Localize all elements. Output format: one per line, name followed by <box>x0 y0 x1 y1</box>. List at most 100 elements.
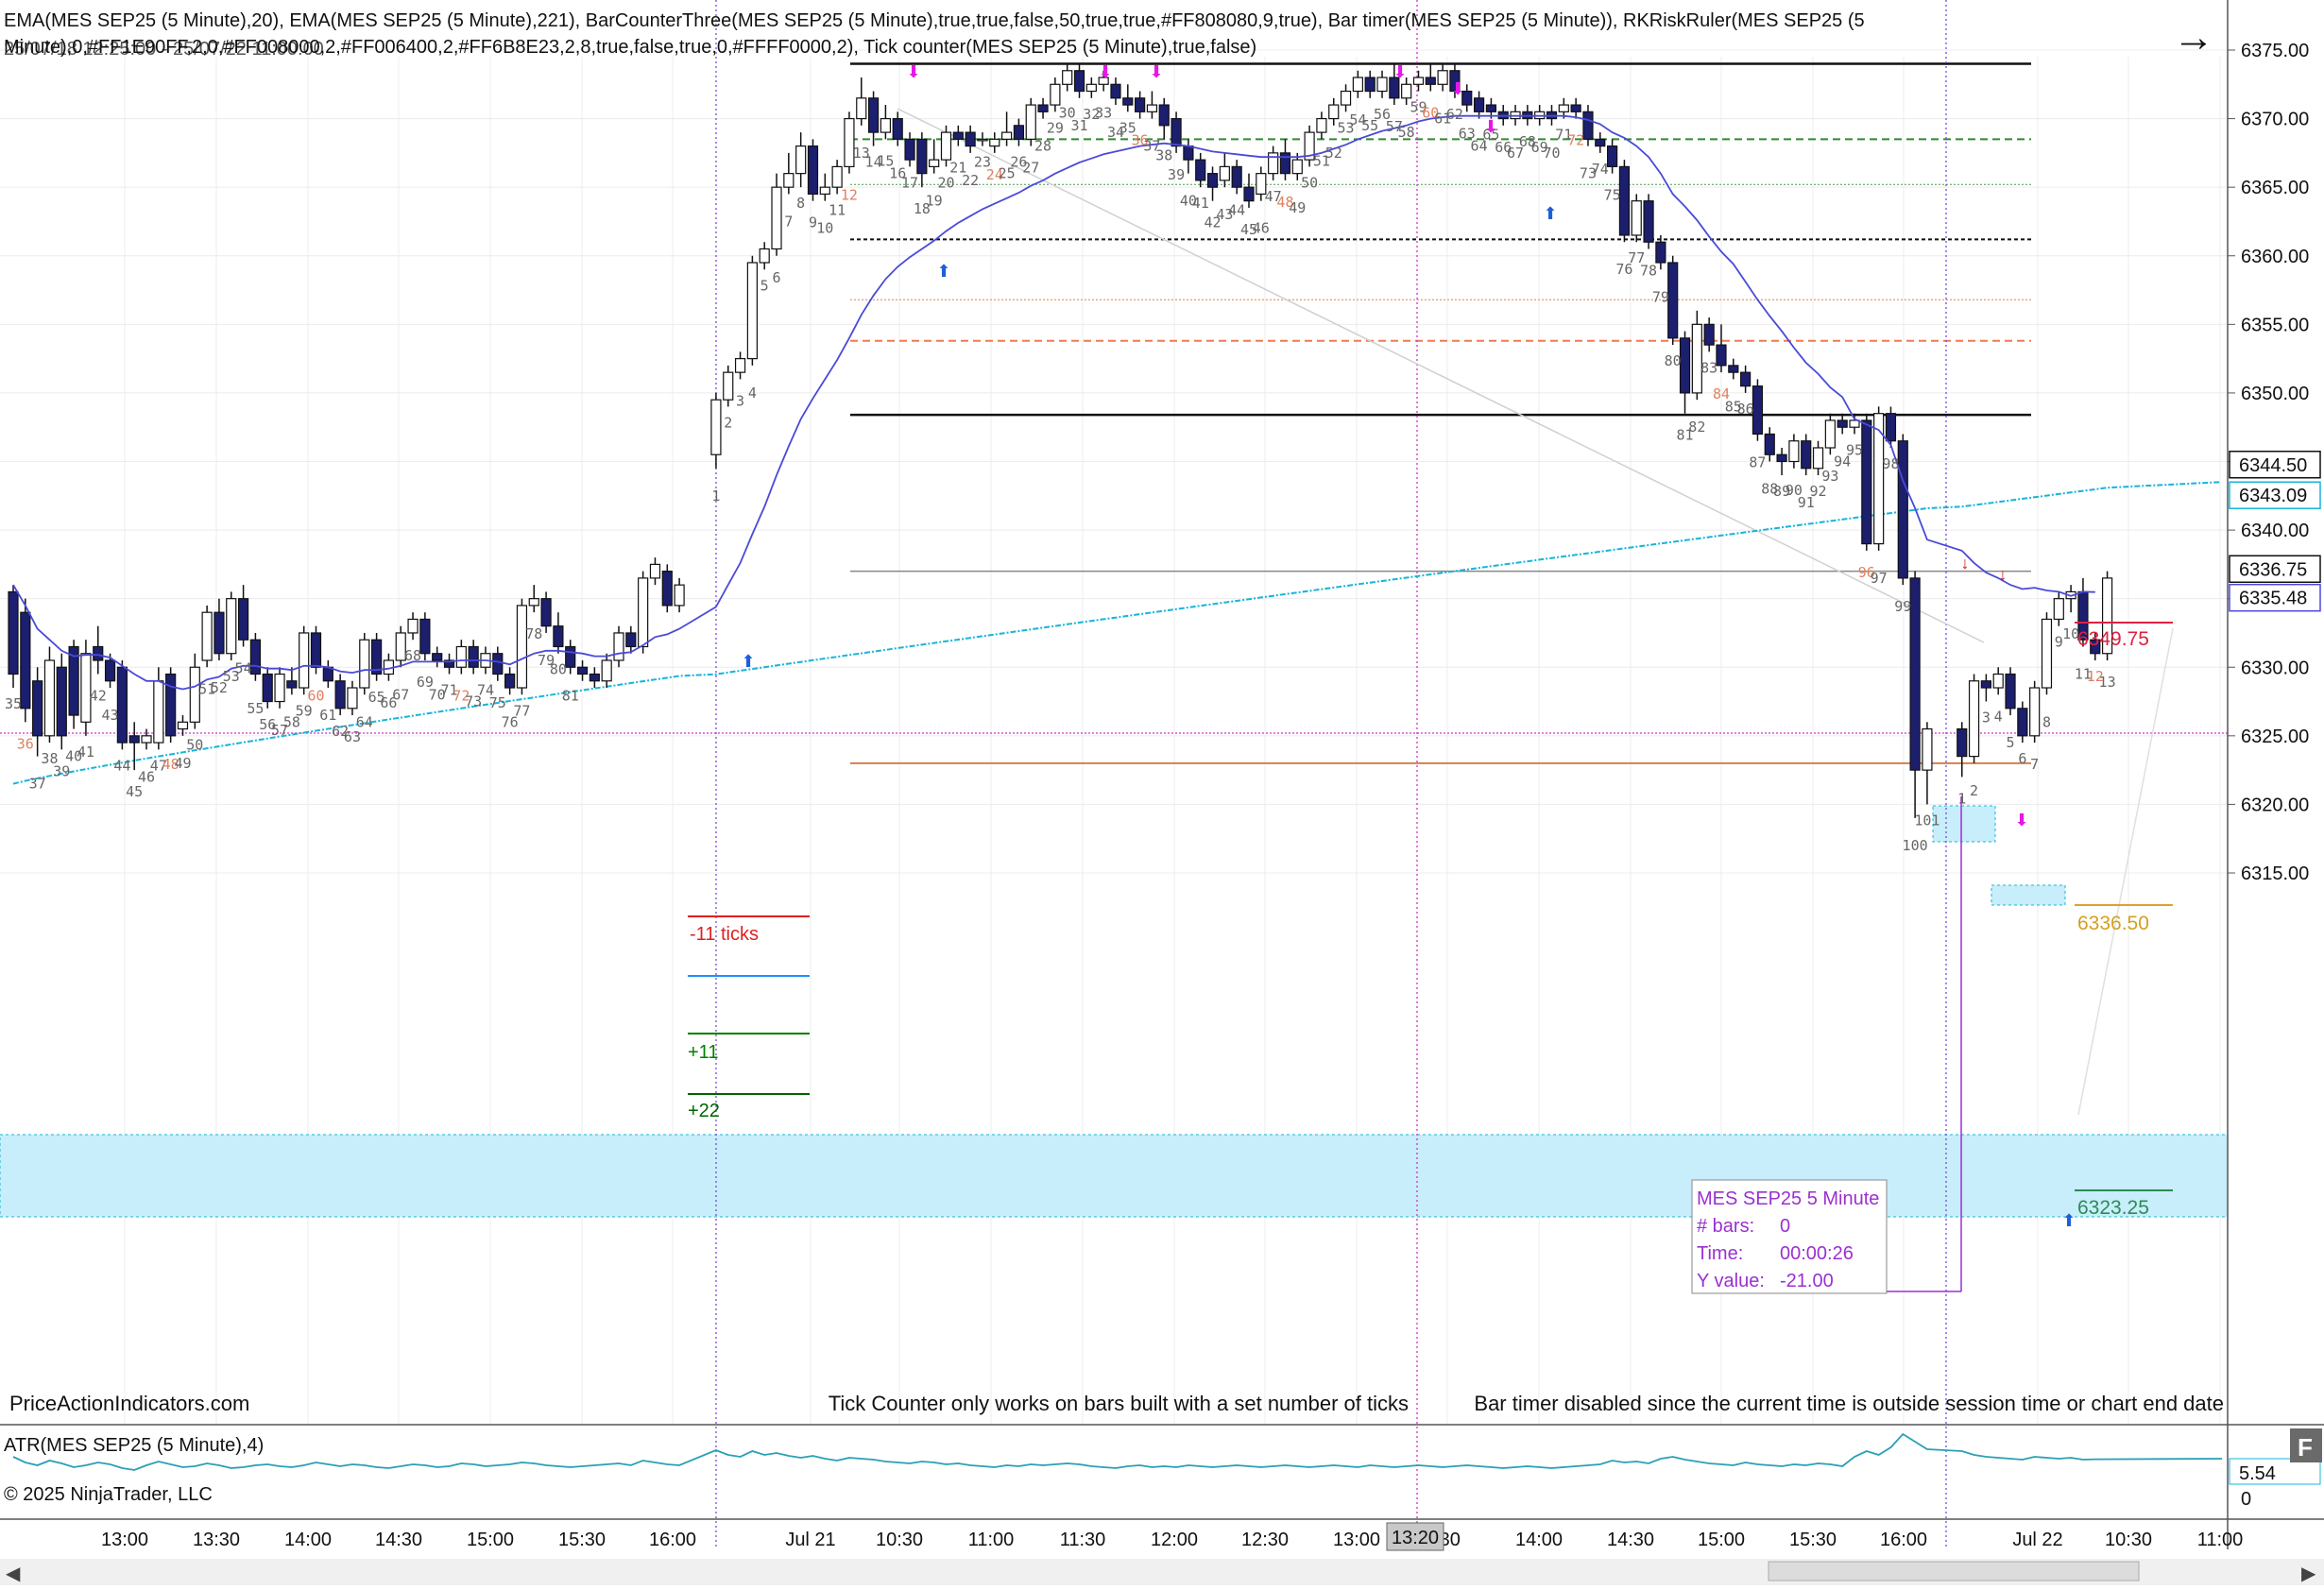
chart-root[interactable]: 35 36 37 38 39 40 41 42 43 44 45 46 47 48 49 50 51 52 53 54… <box>0 0 2324 1585</box>
bar-number-59: 4 <box>748 385 757 402</box>
bar-number-0: 35 <box>5 695 22 712</box>
bar-number-7: 42 <box>90 688 107 705</box>
data-box-y-value: -21.00 <box>1780 1271 1834 1291</box>
candle-158 <box>1968 674 1980 763</box>
data-box-time-value: 00:00:26 <box>1780 1243 1854 1264</box>
bar-number-113: 58 <box>1398 124 1415 141</box>
time-tick-10: 11:30 <box>1060 1530 1106 1550</box>
bar-number-45: 80 <box>550 661 567 678</box>
data-box-title: MES SEP25 5 Minute <box>1697 1188 1879 1209</box>
candle-142 <box>1752 379 1764 441</box>
bar-number-66: 11 <box>829 201 846 218</box>
time-tick-1: 13:30 <box>193 1530 240 1550</box>
time-tick-16: 14:30 <box>1607 1530 1654 1550</box>
bar-number-169: 13 <box>2099 674 2116 691</box>
price-tick-7: 6350.00 <box>2241 384 2309 404</box>
watermark-center: Tick Counter only works on bars built wi… <box>829 1392 1409 1415</box>
price-tick-8: 6355.00 <box>2241 315 2309 335</box>
candle-9 <box>116 659 128 750</box>
bar-number-159: 3 <box>1982 710 1991 727</box>
risk-ruler-stop: -11 ticks <box>690 924 759 945</box>
bar-number-88: 33 <box>1095 105 1112 122</box>
scroll-right-icon[interactable]: ▶ <box>2301 1564 2316 1584</box>
scrollbar-thumb[interactable] <box>1768 1561 2140 1581</box>
bar-number-105: 50 <box>1301 174 1318 191</box>
bar-number-161: 5 <box>2007 734 2015 751</box>
bar-number-147: 92 <box>1810 483 1827 500</box>
bar-number-84: 29 <box>1047 119 1064 136</box>
price-tag-3: 6335.48 <box>2239 589 2307 609</box>
candle-29 <box>359 632 370 695</box>
price-tag-0: 6344.50 <box>2239 455 2307 476</box>
horizontal-scrollbar[interactable]: ◀ ▶ <box>0 1559 2324 1585</box>
bar-number-99: 44 <box>1228 201 1245 218</box>
candle-13 <box>165 667 177 744</box>
bar-number-162: 6 <box>2018 750 2026 767</box>
time-tick-6: 16:00 <box>649 1530 696 1550</box>
signal-arrow-9: ⬇ <box>2014 811 2028 829</box>
bar-number-65: 10 <box>816 220 833 237</box>
data-box-y-label: Y value: <box>1697 1271 1765 1291</box>
bar-number-72: 17 <box>901 174 918 191</box>
signal-arrow-8: ⬆ <box>741 652 755 671</box>
scroll-left-icon[interactable]: ◀ <box>6 1564 21 1584</box>
price-tick-1: 6320.00 <box>2241 795 2309 815</box>
time-tick-9: 11:00 <box>968 1530 1015 1550</box>
bar-number-101: 46 <box>1253 220 1270 237</box>
bar-number-129: 74 <box>1592 161 1609 178</box>
bar-number-117: 62 <box>1446 106 1463 123</box>
signal-arrow-2: ⬇ <box>1149 62 1163 81</box>
bar-number-156: 101 <box>1914 812 1940 829</box>
bar-number-82: 27 <box>1022 160 1039 177</box>
bar-number-24: 59 <box>296 702 313 719</box>
f-button-label: F <box>2298 1433 2313 1462</box>
time-tick-18: 15:30 <box>1789 1530 1837 1550</box>
bar-number-57: 2 <box>724 414 732 431</box>
signal-arrow-5: ⬇ <box>1483 117 1497 136</box>
bar-number-33: 68 <box>404 647 421 664</box>
indicators-line2: Minute),0,#FF1E90FF,2,0,#FF008000,2,#FF0… <box>4 37 1256 58</box>
bar-number-58: 3 <box>736 392 744 409</box>
bar-number-152: 97 <box>1871 570 1888 587</box>
candle-3 <box>43 646 56 744</box>
candle-163 <box>2029 680 2041 744</box>
time-cursor-tag: 13:20 <box>1386 1522 1444 1551</box>
candle-135 <box>1667 255 1679 346</box>
bar-number-61: 6 <box>773 269 781 286</box>
candle-16 <box>201 605 213 668</box>
candle-24 <box>299 625 310 695</box>
f-button[interactable]: F <box>2290 1428 2322 1462</box>
bar-number-142: 87 <box>1749 454 1766 471</box>
bar-number-28: 63 <box>344 728 361 745</box>
signal-arrow-4: ⬇ <box>1450 79 1464 98</box>
bar-number-56: 1 <box>711 487 720 504</box>
bar-number-164: 8 <box>2042 713 2051 730</box>
small-zone-1 <box>1932 805 1996 843</box>
bar-number-134: 79 <box>1652 288 1669 305</box>
candle-0 <box>8 585 19 689</box>
candle-133 <box>1643 194 1654 249</box>
bar-number-20: 55 <box>247 700 264 717</box>
bar-number-130: 75 <box>1604 187 1621 204</box>
price-tick-12: 6375.00 <box>2241 41 2309 61</box>
signal-arrow-1: ⬇ <box>906 62 920 81</box>
bar-number-15: 50 <box>186 737 203 754</box>
watermark-left: PriceActionIndicators.com <box>9 1392 249 1415</box>
small-zone-2 <box>1991 884 2066 906</box>
time-tick-17: 15:00 <box>1698 1530 1745 1550</box>
time-tick-20: Jul 22 <box>2012 1530 2062 1550</box>
bar-number-25: 60 <box>307 688 324 705</box>
bar-number-153: 98 <box>1882 455 1899 472</box>
time-tick-21: 10:30 <box>2105 1530 2152 1550</box>
price-tag-1: 6343.09 <box>2239 486 2307 506</box>
signal-arrow-0: ⬇ <box>1098 62 1112 81</box>
time-tick-4: 15:00 <box>467 1530 514 1550</box>
price-tick-3: 6330.00 <box>2241 658 2309 678</box>
bar-number-133: 78 <box>1640 262 1657 279</box>
bar-number-46: 81 <box>562 688 579 705</box>
candle-64 <box>807 139 819 201</box>
time-tick-5: 15:30 <box>558 1530 606 1550</box>
price-chart[interactable]: 3536373839404142434445464748495051525354… <box>0 0 2324 1585</box>
scroll-forward-arrow[interactable]: → <box>2173 14 2214 60</box>
bar-number-4: 39 <box>53 762 70 779</box>
